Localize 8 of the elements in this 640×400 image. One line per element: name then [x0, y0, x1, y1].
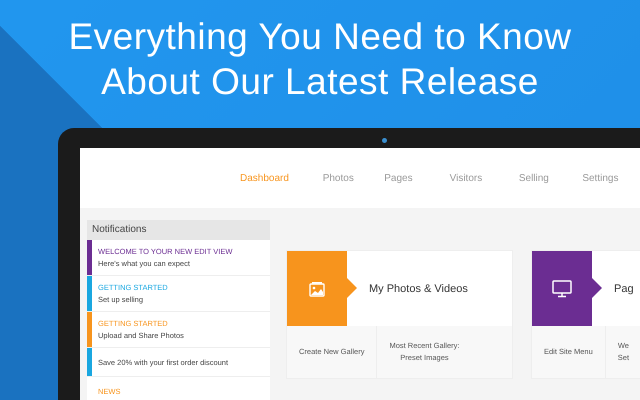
monitor-icon — [552, 280, 572, 298]
card-title[interactable]: My Photos & Videos — [369, 282, 468, 294]
headline: Everything You Need to Know — [68, 15, 572, 59]
card-title[interactable]: Pag — [614, 282, 634, 294]
camera-dot — [382, 138, 387, 143]
image-icon — [309, 280, 325, 296]
panel-header: Notifications — [87, 220, 270, 240]
headline: About Our Latest Release — [101, 60, 539, 104]
